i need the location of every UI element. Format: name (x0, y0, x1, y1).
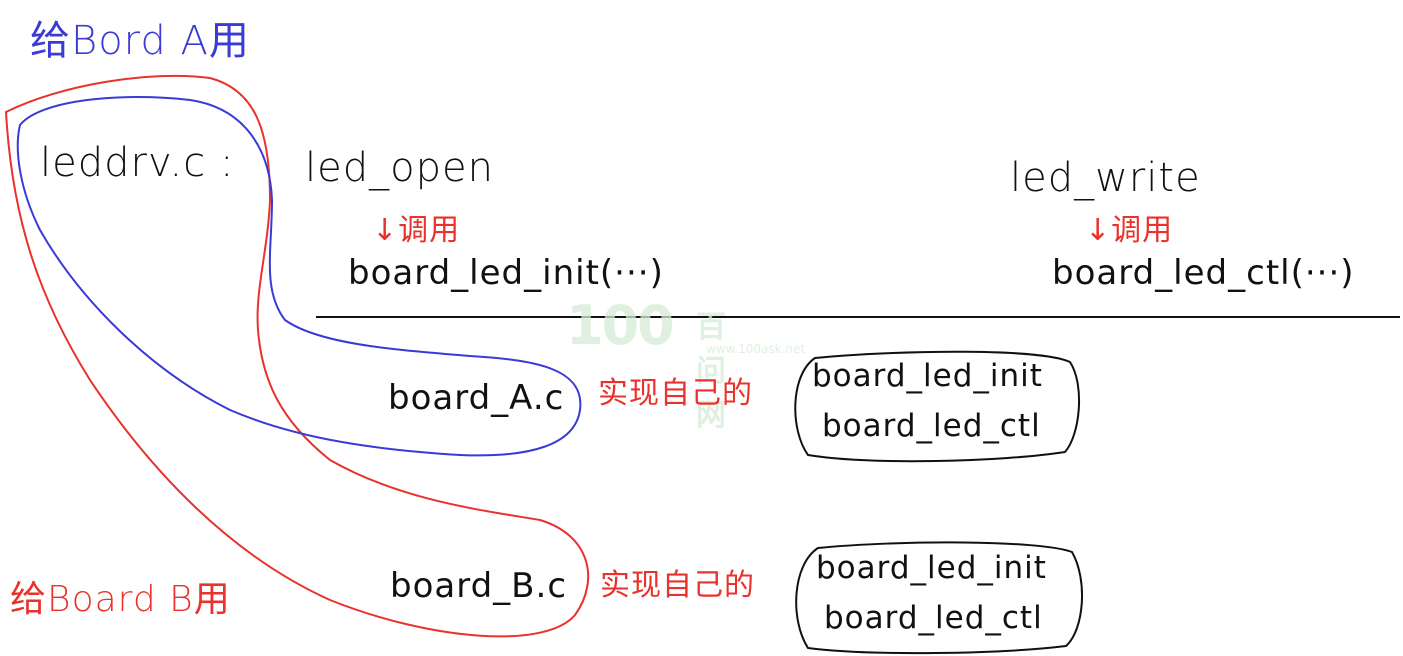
label-board-b-file: board_B.c (390, 566, 568, 606)
label-call-2: ↓调用 (1085, 213, 1174, 248)
label-led-open: led_open (305, 145, 494, 191)
label-led-write: led_write (1010, 155, 1201, 201)
watermark: 100 百问网 www.100ask.net (566, 294, 805, 433)
label-impl-a: 实现自己的 (598, 376, 753, 411)
label-board-a-use: 给Bord A用 (30, 18, 250, 64)
box-a-line2: board_led_ctl (822, 408, 1041, 444)
label-impl-b: 实现自己的 (600, 568, 755, 603)
box-a-line1: board_led_init (812, 358, 1043, 394)
watermark-number: 100 (566, 294, 675, 357)
label-board-a-file: board_A.c (388, 378, 565, 418)
label-board-led-ctl-call: board_led_ctl(···) (1052, 253, 1355, 293)
watermark-url: www.100ask.net (706, 342, 806, 356)
label-board-led-init-call: board_led_init(···) (348, 253, 664, 293)
diagram-canvas: 100 百问网 www.100ask.net 给Bord A用 给Board B… (0, 0, 1403, 656)
box-b-line1: board_led_init (816, 550, 1047, 586)
label-call-1: ↓调用 (372, 213, 461, 248)
label-board-b-use: 给Board B用 (10, 579, 231, 620)
label-leddrv: leddrv.c : (40, 140, 235, 186)
box-b-line2: board_led_ctl (824, 600, 1043, 636)
